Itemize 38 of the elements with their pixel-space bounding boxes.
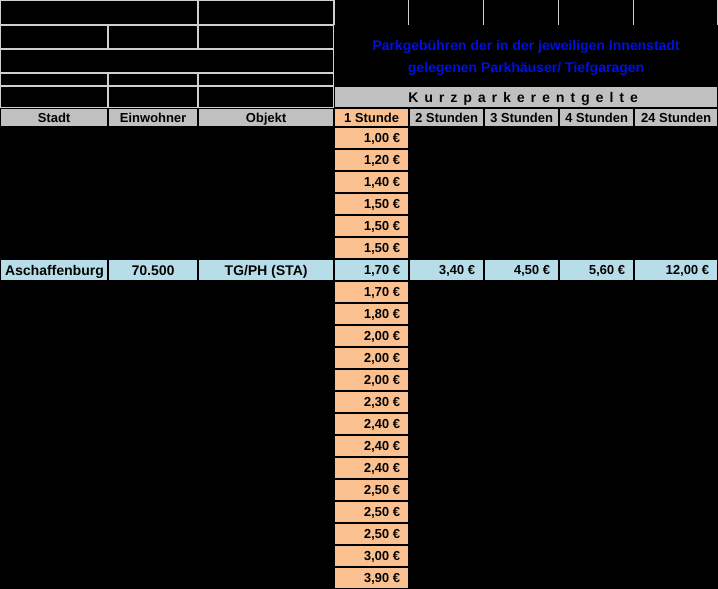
column-header: Stadt bbox=[0, 108, 108, 127]
table-cell: 1,00 € bbox=[334, 127, 409, 149]
table-cell: 2,40 € bbox=[334, 457, 409, 479]
table-cell: 1,50 € bbox=[334, 215, 409, 237]
table-cell: 1,70 € bbox=[334, 259, 409, 281]
table-cell: 2,50 € bbox=[334, 501, 409, 523]
table-cell: 2,40 € bbox=[334, 413, 409, 435]
table-cell: 12,00 € bbox=[634, 259, 718, 281]
table-cell: 5,60 € bbox=[559, 259, 634, 281]
table-cell: 2,00 € bbox=[334, 347, 409, 369]
column-header: 3 Stunden bbox=[484, 108, 559, 127]
column-header: 1 Stunde bbox=[334, 108, 409, 127]
table-cell: TG/PH (STA) bbox=[198, 259, 334, 281]
table-cell: 1,20 € bbox=[334, 149, 409, 171]
column-header: 24 Stunden bbox=[634, 108, 718, 127]
table-cell: 2,00 € bbox=[334, 369, 409, 391]
column-header: Einwohner bbox=[108, 108, 198, 127]
table-cell: 2,50 € bbox=[334, 479, 409, 501]
table-cell: 2,40 € bbox=[334, 435, 409, 457]
table-cell: Aschaffenburg bbox=[0, 259, 108, 281]
table-cell: 1,50 € bbox=[334, 193, 409, 215]
column-header: 4 Stunden bbox=[559, 108, 634, 127]
table-cell: 3,40 € bbox=[409, 259, 484, 281]
table-cell: 4,50 € bbox=[484, 259, 559, 281]
table-cell: 1,70 € bbox=[334, 281, 409, 303]
column-header: 2 Stunden bbox=[409, 108, 484, 127]
table-cell: 3,00 € bbox=[334, 545, 409, 567]
table-cell: 2,00 € bbox=[334, 325, 409, 347]
table-cell: 70.500 bbox=[108, 259, 198, 281]
table-cell: 3,90 € bbox=[334, 567, 409, 589]
column-header: Objekt bbox=[198, 108, 334, 127]
table-cell: 1,50 € bbox=[334, 237, 409, 259]
table-cell: 1,40 € bbox=[334, 171, 409, 193]
table-cell: 2,30 € bbox=[334, 391, 409, 413]
group-header: Kurzparkerentgelte bbox=[334, 86, 718, 108]
sheet-title: Parkgebühren der in der jeweiligen Innenstadt gelegenen Parkhäuser/ Tiefgaragen bbox=[371, 36, 681, 77]
table-cell: 1,80 € bbox=[334, 303, 409, 325]
table-cell: 2,50 € bbox=[334, 523, 409, 545]
